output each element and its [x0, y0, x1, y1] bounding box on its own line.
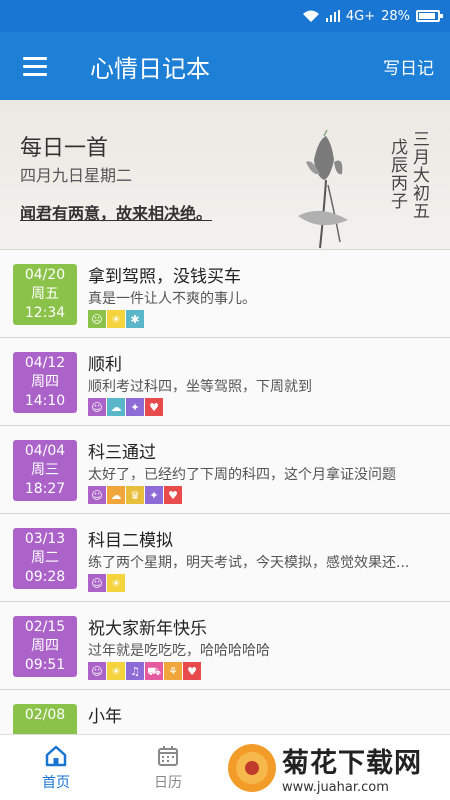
entry-time: 18:27	[24, 481, 66, 497]
entry-time: 12:34	[24, 305, 66, 321]
entry-date: 02/15	[24, 619, 66, 635]
diary-entry[interactable]: 04/12 周四 14:10 顺利顺利考过科四，坐等驾照，下周就到 ☺ ☁ ✦ ♥	[0, 338, 450, 426]
sun-cloud-icon: ☁	[107, 486, 125, 504]
app-bar: 心情日记本 写日记	[0, 32, 450, 100]
entry-weekday: 周四	[31, 638, 59, 654]
entry-title: 科目二模拟	[88, 531, 173, 551]
smile-face-icon: ☺	[88, 398, 106, 416]
app-title: 心情日记本	[90, 54, 210, 83]
calendar-icon	[158, 746, 178, 766]
sun-icon: ☀	[107, 574, 125, 592]
headphones-icon: ♫	[126, 662, 144, 680]
diary-entry[interactable]: 02/08 小年	[0, 690, 450, 734]
lunar-date: 三月大初五	[409, 130, 429, 220]
watermark-url: www.juahar.com	[282, 780, 389, 795]
heart-icon: ♥	[164, 486, 182, 504]
diary-entry[interactable]: 02/15 周四 09:51 祝大家新年快乐过年就是吃吃吃，哈哈哈哈哈 ☺ ☀ ♫ ⛟ ⚘ ♥	[0, 602, 450, 690]
entry-weekday: 周三	[31, 462, 59, 478]
entry-tags: ☺ ☀ ♫ ⛟ ⚘ ♥	[88, 662, 201, 680]
entry-date-badge: 03/13 周二 09:28	[13, 528, 77, 589]
smile-face-icon: ☺	[88, 662, 106, 680]
entry-summary: 过年就是吃吃吃，哈哈哈哈哈	[88, 643, 270, 659]
sun-icon: ☀	[107, 310, 125, 328]
entry-weekday: 周二	[31, 550, 59, 566]
home-icon	[45, 745, 67, 767]
battery-icon	[416, 10, 443, 22]
entry-tags: ☺ ☁ ✦ ♥	[88, 398, 163, 416]
write-diary-button[interactable]: 写日记	[383, 54, 434, 79]
person-cheer-icon: ✦	[145, 486, 163, 504]
diary-entry[interactable]: 04/04 周三 18:27 科三通过太好了，已经约了下周的科四，这个月拿证没问题 ☺ ☁…	[0, 426, 450, 514]
entry-summary: 练了两个星期，明天考试，今天模拟，感觉效果还...	[88, 555, 410, 571]
person-cheer-icon: ✦	[126, 398, 144, 416]
sun-icon: ☀	[107, 662, 125, 680]
signal-icon	[325, 10, 340, 22]
nav-calendar[interactable]: 日历	[112, 735, 224, 800]
entry-tags: ☺ ☀	[88, 574, 125, 592]
lotus-painting	[298, 130, 348, 249]
entry-tags: ☺ ☁ ♛ ✦ ♥	[88, 486, 182, 504]
rain-cloud-icon: ☁	[107, 398, 125, 416]
lunar-ganzhi: 戊辰丙子	[387, 138, 407, 210]
sad-face-icon: ☹	[88, 310, 106, 328]
entry-time: 14:10	[24, 393, 66, 409]
wifi-icon	[302, 10, 319, 22]
entry-weekday: 周五	[31, 286, 59, 302]
entry-title: 拿到驾照，没钱买车	[88, 267, 241, 287]
entry-date: 04/20	[24, 267, 66, 283]
entry-title: 科三通过	[88, 443, 156, 463]
nav-calendar-label: 日历	[154, 775, 182, 791]
entry-date-badge: 04/20 周五 12:34	[13, 264, 77, 325]
menu-icon[interactable]	[0, 32, 70, 100]
entry-date: 04/12	[24, 355, 66, 371]
status-bar: 4G+ 28%	[0, 0, 450, 32]
daily-poem-banner[interactable]: 每日一首 四月九日星期二 闻君有两意，故来相决绝。 三月大初五 戊辰丙子	[0, 100, 450, 250]
battery-percent: 28%	[381, 8, 410, 24]
entry-title: 顺利	[88, 355, 122, 375]
heart-icon: ♥	[183, 662, 201, 680]
watermark: 菊花下载网 www.juahar.com	[226, 738, 446, 798]
diary-list: 04/20 周五 12:34 拿到驾照，没钱买车 真是一件让人不爽的事儿。 ☹ ☀ ✱ 04/1…	[0, 250, 450, 734]
food-icon: ⚘	[164, 662, 182, 680]
diary-entry[interactable]: 04/20 周五 12:34 拿到驾照，没钱买车真是一件让人不爽的事儿。 ☹ ☀ ✱	[0, 250, 450, 338]
entry-date-badge: 02/15 周四 09:51	[13, 616, 77, 677]
entry-time: 09:51	[24, 657, 66, 673]
smile-face-icon: ☺	[88, 574, 106, 592]
entry-date: 04/04	[24, 443, 66, 459]
banner-date: 四月九日星期二	[20, 166, 133, 185]
entry-date-badge: 02/08	[13, 704, 77, 734]
bug-icon: ✱	[126, 310, 144, 328]
entry-summary: 真是一件让人不爽的事儿。	[88, 291, 256, 307]
network-type: 4G+	[345, 8, 376, 24]
entry-title: 祝大家新年快乐	[88, 619, 207, 639]
entry-time: 09:28	[24, 569, 66, 585]
watermark-name: 菊花下载网	[282, 748, 422, 779]
entry-date: 02/08	[24, 707, 66, 723]
smile-face-icon: ☺	[88, 486, 106, 504]
entry-date-badge: 04/12 周四 14:10	[13, 352, 77, 413]
entry-tags: ☹ ☀ ✱	[88, 310, 144, 328]
diary-entry[interactable]: 03/13 周二 09:28 科目二模拟练了两个星期，明天考试，今天模拟，感觉效果还.…	[0, 514, 450, 602]
entry-date-badge: 04/04 周三 18:27	[13, 440, 77, 501]
entry-summary: 太好了，已经约了下周的科四，这个月拿证没问题	[88, 467, 396, 483]
banner-poem: 闻君有两意，故来相决绝。	[20, 204, 213, 223]
entry-weekday: 周四	[31, 374, 59, 390]
nav-home-label: 首页	[42, 775, 70, 791]
nav-home[interactable]: 首页	[0, 735, 112, 800]
shopping-cart-icon: ⛟	[145, 662, 163, 680]
trophy-icon: ♛	[126, 486, 144, 504]
entry-title: 小年	[88, 707, 122, 727]
chrysanthemum-logo	[228, 744, 276, 792]
entry-date: 03/13	[24, 531, 66, 547]
banner-title: 每日一首	[20, 136, 109, 161]
heart-icon: ♥	[145, 398, 163, 416]
entry-summary: 顺利考过科四，坐等驾照，下周就到	[88, 379, 312, 395]
